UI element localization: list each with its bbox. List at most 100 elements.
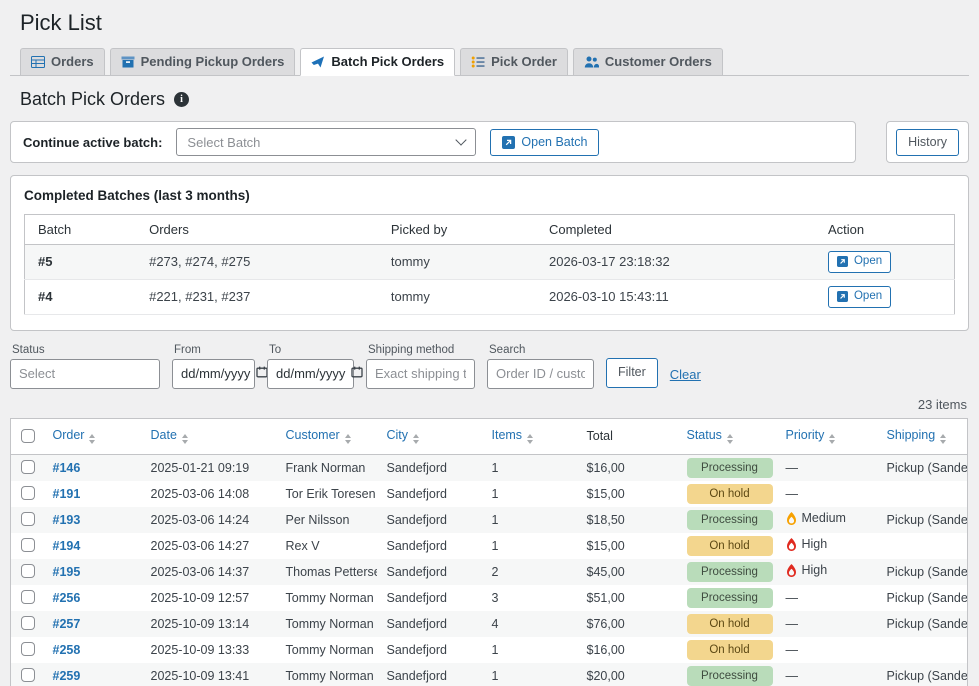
batch-orders: #221, #231, #237 (136, 279, 378, 314)
order-link[interactable]: #195 (53, 565, 81, 579)
status-badge: Processing (687, 588, 773, 608)
order-shipping (877, 637, 968, 663)
tab-batch-pick-orders[interactable]: Batch Pick Orders (300, 48, 455, 76)
date-to-input[interactable]: dd/mm/yyyy (267, 359, 354, 389)
open-completed-batch-button[interactable]: Open (828, 286, 891, 308)
row-checkbox[interactable] (21, 564, 35, 578)
clear-filters-link[interactable]: Clear (670, 367, 701, 382)
row-checkbox[interactable] (21, 486, 35, 500)
order-items: 2 (482, 559, 577, 585)
row-checkbox[interactable] (21, 642, 35, 656)
column-header-items[interactable]: Items (482, 418, 577, 454)
order-link[interactable]: #194 (53, 539, 81, 553)
row-checkbox[interactable] (21, 590, 35, 604)
order-city: Sandefjord (377, 454, 482, 481)
order-total: $15,00 (577, 481, 677, 507)
column-header-city[interactable]: City (377, 418, 482, 454)
calendar-icon[interactable] (351, 366, 363, 381)
row-checkbox[interactable] (21, 616, 35, 630)
order-total: $20,00 (577, 663, 677, 686)
tab-label: Batch Pick Orders (331, 54, 444, 69)
order-total: $15,00 (577, 533, 677, 559)
flame-icon (786, 512, 797, 525)
order-city: Sandefjord (377, 559, 482, 585)
open-icon (837, 256, 848, 267)
order-total: $18,50 (577, 507, 677, 533)
status-placeholder: Select (19, 366, 55, 381)
column-header-priority[interactable]: Priority (776, 418, 877, 454)
sort-icon (527, 434, 533, 444)
sort-icon (413, 434, 419, 444)
column-header-shipping[interactable]: Shipping (877, 418, 968, 454)
order-link[interactable]: #191 (53, 487, 81, 501)
tab-pick-order[interactable]: Pick Order (460, 48, 568, 76)
priority-label: Medium (802, 511, 846, 525)
pending-pickup-icon (121, 55, 135, 69)
date-from-input[interactable]: dd/mm/yyyy (172, 359, 255, 389)
tab-label: Pending Pickup Orders (141, 54, 285, 69)
sort-icon (345, 434, 351, 444)
priority-cell: Medium (786, 511, 846, 525)
priority-cell: — (786, 643, 799, 657)
order-items: 1 (482, 533, 577, 559)
column-header-total: Total (577, 418, 677, 454)
priority-label: — (786, 461, 799, 475)
order-link[interactable]: #146 (53, 461, 81, 475)
column-header-customer[interactable]: Customer (276, 418, 377, 454)
search-input[interactable] (496, 366, 585, 381)
order-total: $16,00 (577, 454, 677, 481)
order-link[interactable]: #259 (53, 669, 81, 683)
open-label: Open (854, 290, 882, 304)
open-completed-batch-button[interactable]: Open (828, 251, 891, 273)
filter-button[interactable]: Filter (606, 358, 658, 388)
order-link[interactable]: #257 (53, 617, 81, 631)
order-city: Sandefjord (377, 663, 482, 686)
row-checkbox[interactable] (21, 668, 35, 682)
select-all-checkbox[interactable] (21, 429, 35, 443)
shipping-method-input[interactable] (375, 366, 466, 381)
row-checkbox[interactable] (21, 512, 35, 526)
order-total: $16,00 (577, 637, 677, 663)
order-customer: Tommy Norman (276, 663, 377, 686)
order-city: Sandefjord (377, 611, 482, 637)
order-date: 2025-10-09 13:41 (141, 663, 276, 686)
priority-label: — (786, 669, 799, 683)
order-items: 4 (482, 611, 577, 637)
order-link[interactable]: #256 (53, 591, 81, 605)
order-link[interactable]: #193 (53, 513, 81, 527)
tab-label: Orders (51, 54, 94, 69)
priority-cell: — (786, 461, 799, 475)
order-row: #258 2025-10-09 13:33 Tommy Norman Sande… (11, 637, 968, 663)
col-header-picked-by: Picked by (378, 215, 536, 245)
tab-customer-orders[interactable]: Customer Orders (573, 48, 723, 76)
status-badge: On hold (687, 614, 773, 634)
order-shipping: Pickup (Sandefjord) (877, 663, 968, 686)
info-icon[interactable]: i (174, 92, 189, 107)
tab-orders[interactable]: Orders (20, 48, 105, 76)
status-badge: Processing (687, 458, 773, 478)
priority-cell: High (786, 563, 828, 577)
priority-cell: High (786, 537, 828, 551)
orders-icon (31, 55, 45, 69)
open-batch-button[interactable]: Open Batch (490, 129, 599, 156)
order-row: #259 2025-10-09 13:41 Tommy Norman Sande… (11, 663, 968, 686)
order-link[interactable]: #258 (53, 643, 81, 657)
column-header-date[interactable]: Date (141, 418, 276, 454)
batch-id: #4 (25, 279, 137, 314)
column-header-status[interactable]: Status (677, 418, 776, 454)
order-customer: Tommy Norman (276, 637, 377, 663)
row-checkbox[interactable] (21, 538, 35, 552)
select-batch-placeholder: Select Batch (187, 135, 260, 150)
history-button[interactable]: History (896, 129, 959, 156)
order-date: 2025-03-06 14:27 (141, 533, 276, 559)
priority-label: — (786, 617, 799, 631)
section-heading: Batch Pick Orders (20, 89, 165, 110)
select-batch-dropdown[interactable]: Select Batch (176, 128, 476, 156)
completed-batches-title: Completed Batches (last 3 months) (24, 188, 955, 203)
column-header-order[interactable]: Order (43, 418, 141, 454)
row-checkbox[interactable] (21, 460, 35, 474)
priority-cell: — (786, 591, 799, 605)
tab-pending-pickup-orders[interactable]: Pending Pickup Orders (110, 48, 296, 76)
status-filter-select[interactable]: Select (10, 359, 160, 389)
customer-orders-icon (584, 55, 599, 69)
